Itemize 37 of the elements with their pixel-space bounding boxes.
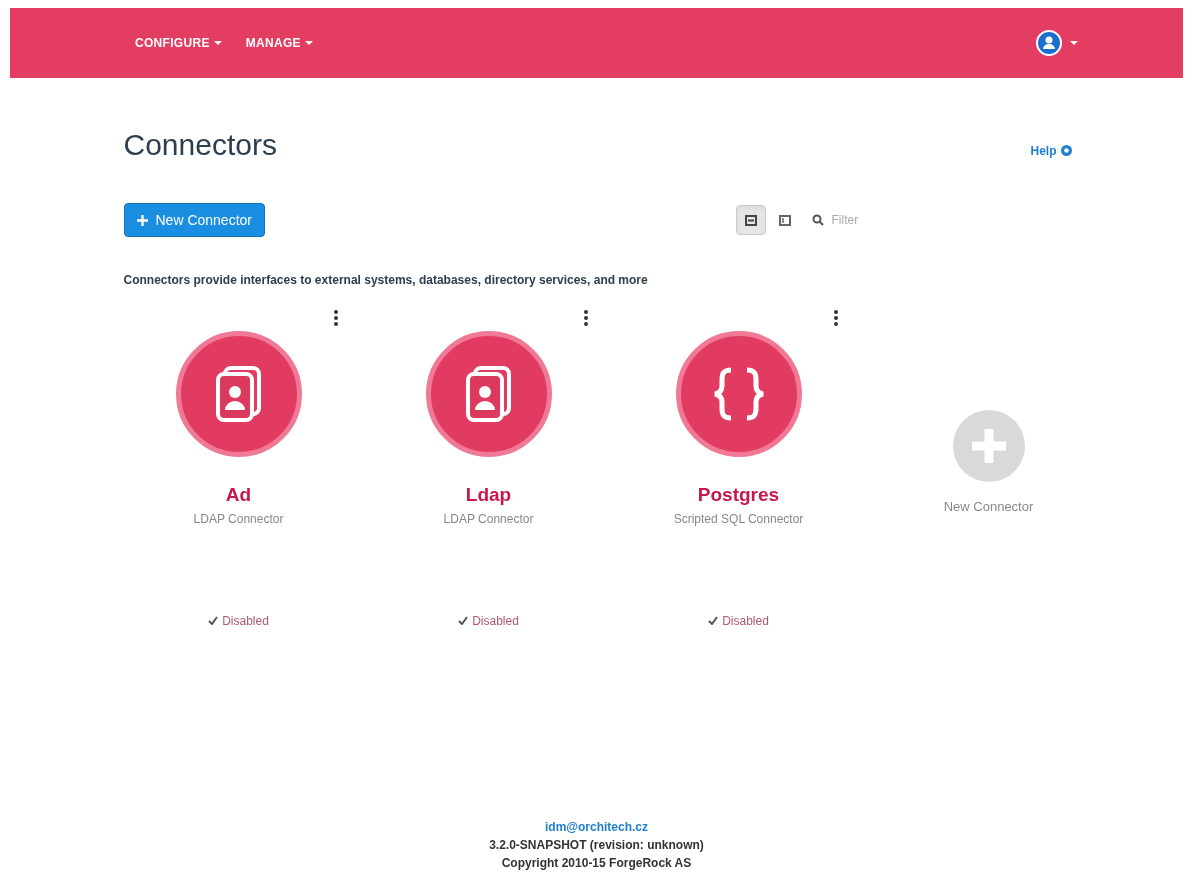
status-text: Disabled bbox=[472, 612, 519, 630]
card-view-button[interactable] bbox=[735, 205, 766, 235]
filter-field[interactable]: Filter bbox=[831, 211, 902, 229]
contact-card-icon bbox=[464, 366, 513, 422]
list-view-icon bbox=[778, 214, 791, 226]
caret-icon bbox=[1070, 40, 1078, 46]
card-view-icon bbox=[744, 214, 757, 226]
email-link[interactable]: idm@orchitech.cz bbox=[544, 818, 649, 836]
help-link[interactable]: Help bbox=[1030, 141, 1072, 160]
plus-icon bbox=[136, 214, 148, 226]
help-icon bbox=[1060, 145, 1072, 156]
connector-name[interactable]: Ad bbox=[225, 481, 252, 510]
user-menu[interactable] bbox=[1036, 30, 1078, 56]
contact-card-icon bbox=[214, 366, 263, 422]
caret-icon bbox=[304, 40, 313, 46]
add-circle-icon bbox=[951, 409, 1026, 483]
check-icon bbox=[208, 616, 219, 625]
nav-menu[interactable]: CONFIGURE bbox=[135, 34, 222, 52]
connector-name[interactable]: Ldap bbox=[465, 481, 512, 510]
search-icon bbox=[811, 214, 824, 226]
connector-name[interactable]: Postgres bbox=[697, 481, 780, 510]
connector-type: LDAP Connector bbox=[193, 510, 284, 528]
nav-menu[interactable]: MANAGE bbox=[245, 34, 313, 52]
connector-type: LDAP Connector bbox=[443, 510, 534, 528]
caret-icon bbox=[213, 40, 222, 46]
connector-type: Scripted SQL Connector bbox=[673, 510, 804, 528]
page-title: Connectors bbox=[123, 127, 277, 163]
status-text: Disabled bbox=[722, 612, 769, 630]
status-text: Disabled bbox=[222, 612, 269, 630]
description-text: Connectors provide interfaces to external systems, databases, directory services, and more bbox=[123, 272, 649, 289]
new-connector-button[interactable]: New Connector bbox=[123, 203, 265, 237]
check-icon bbox=[458, 616, 469, 625]
version-text: 3.2.0-SNAPSHOT (revision: unknown) bbox=[489, 837, 704, 854]
check-icon bbox=[708, 616, 719, 625]
new-connector-card[interactable]: New Connector bbox=[863, 309, 1114, 630]
copyright-text: Copyright 2010-15 ForgeRock AS bbox=[501, 855, 692, 872]
user-avatar-icon bbox=[1036, 30, 1062, 56]
